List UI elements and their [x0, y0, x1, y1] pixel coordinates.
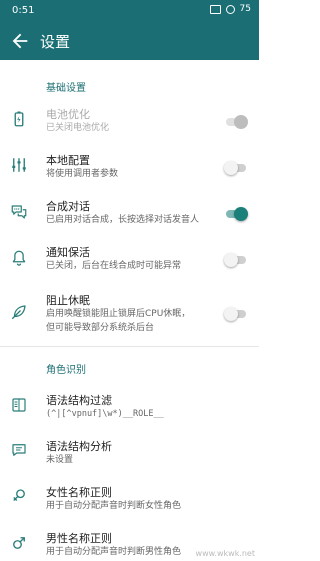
- status-icons: 75: [209, 4, 251, 14]
- setting-summary-line-2: 但可能导致部分系统杀后台: [46, 323, 155, 333]
- back-arrow-icon[interactable]: [9, 30, 31, 52]
- setting-prevent-sleep[interactable]: 阻止休眠 启用唤醒锁能阻止锁屏后CPU休眠， 但可能导致部分系统杀后台: [0, 286, 259, 342]
- section-header-basic: 基础设置: [46, 83, 86, 94]
- notification-keepalive-switch[interactable]: [224, 251, 248, 269]
- setting-notification-keepalive[interactable]: 通知保活 已关闭，后台在线合成时可能异常: [0, 238, 259, 282]
- setting-female-name-regex[interactable]: 女性名称正则 用于自动分配声音时判断女性角色: [0, 476, 259, 520]
- section-header-role: 角色识别: [46, 365, 86, 376]
- setting-battery-optimization[interactable]: 电池优化 已关闭电池优化: [0, 100, 259, 144]
- setting-dialog-synthesis[interactable]: 合成对话 已启用对话合成，长按选择对话发音人: [0, 192, 259, 236]
- setting-summary: 已关闭，后台在线合成时可能异常: [46, 261, 182, 271]
- leaf-slash-icon: [11, 305, 26, 320]
- setting-summary: 用于自动分配声音时判断男性角色: [46, 547, 182, 557]
- setting-local-config[interactable]: 本地配置 将使用调用者参数: [0, 146, 259, 190]
- setting-title: 电池优化: [46, 108, 90, 121]
- section-divider: [0, 346, 259, 347]
- status-time: 0:51: [12, 5, 35, 16]
- chat-analysis-icon: [12, 444, 26, 456]
- battery-icon: [14, 111, 24, 127]
- switch-thumb: [224, 161, 238, 175]
- female-symbol-icon: [13, 489, 25, 501]
- switch-thumb: [234, 207, 248, 221]
- battery-optimization-switch[interactable]: [224, 113, 248, 131]
- setting-summary: 未设置: [46, 455, 74, 465]
- setting-title: 阻止休眠: [46, 294, 90, 307]
- chat-bubbles-icon: [11, 205, 27, 219]
- setting-summary: 已关闭电池优化: [46, 123, 110, 133]
- setting-summary: 将使用调用者参数: [46, 169, 119, 179]
- setting-title: 通知保活: [46, 246, 90, 259]
- setting-title: 女性名称正则: [46, 486, 112, 499]
- setting-grammar-filter[interactable]: 语法结构过滤 (^|[^vpnuf]\w*)__ROLE__: [0, 384, 259, 430]
- setting-title: 本地配置: [46, 154, 90, 167]
- notification-icon: [209, 4, 221, 14]
- setting-summary: 已启用对话合成，长按选择对话发音人: [46, 215, 200, 225]
- setting-summary-line-1: 启用唤醒锁能阻止锁屏后CPU休眠，: [46, 309, 191, 319]
- switch-thumb: [224, 253, 238, 267]
- bell-icon: [12, 250, 26, 266]
- status-bar: 0:51 75: [0, 0, 259, 22]
- setting-title: 合成对话: [46, 200, 90, 213]
- setting-grammar-analysis[interactable]: 语法结构分析 未设置: [0, 430, 259, 474]
- setting-summary: (^|[^vpnuf]\w*)__ROLE__: [46, 409, 164, 419]
- male-symbol-icon: [13, 537, 25, 549]
- battery-level: 75: [239, 4, 251, 14]
- local-config-switch[interactable]: [224, 159, 248, 177]
- prevent-sleep-switch[interactable]: [224, 305, 248, 323]
- switch-thumb: [234, 115, 248, 129]
- page-title: 设置: [40, 33, 71, 51]
- dialog-synthesis-switch[interactable]: [224, 205, 248, 223]
- setting-title: 语法结构过滤: [46, 394, 112, 407]
- setting-summary: 用于自动分配声音时判断女性角色: [46, 501, 182, 511]
- switch-thumb: [224, 307, 238, 321]
- settings-list: 基础设置 电池优化 已关闭电池优化 本地配置 将使用调用者参数 合成对话 已启用…: [0, 60, 259, 561]
- watermark: www.wkwk.net: [195, 549, 255, 558]
- setting-title: 语法结构分析: [46, 440, 112, 453]
- sliders-icon: [12, 158, 26, 172]
- setting-title: 男性名称正则: [46, 532, 112, 545]
- app-bar: 设置: [0, 22, 259, 60]
- document-filter-icon: [12, 398, 26, 412]
- battery-ring-icon: [225, 4, 235, 14]
